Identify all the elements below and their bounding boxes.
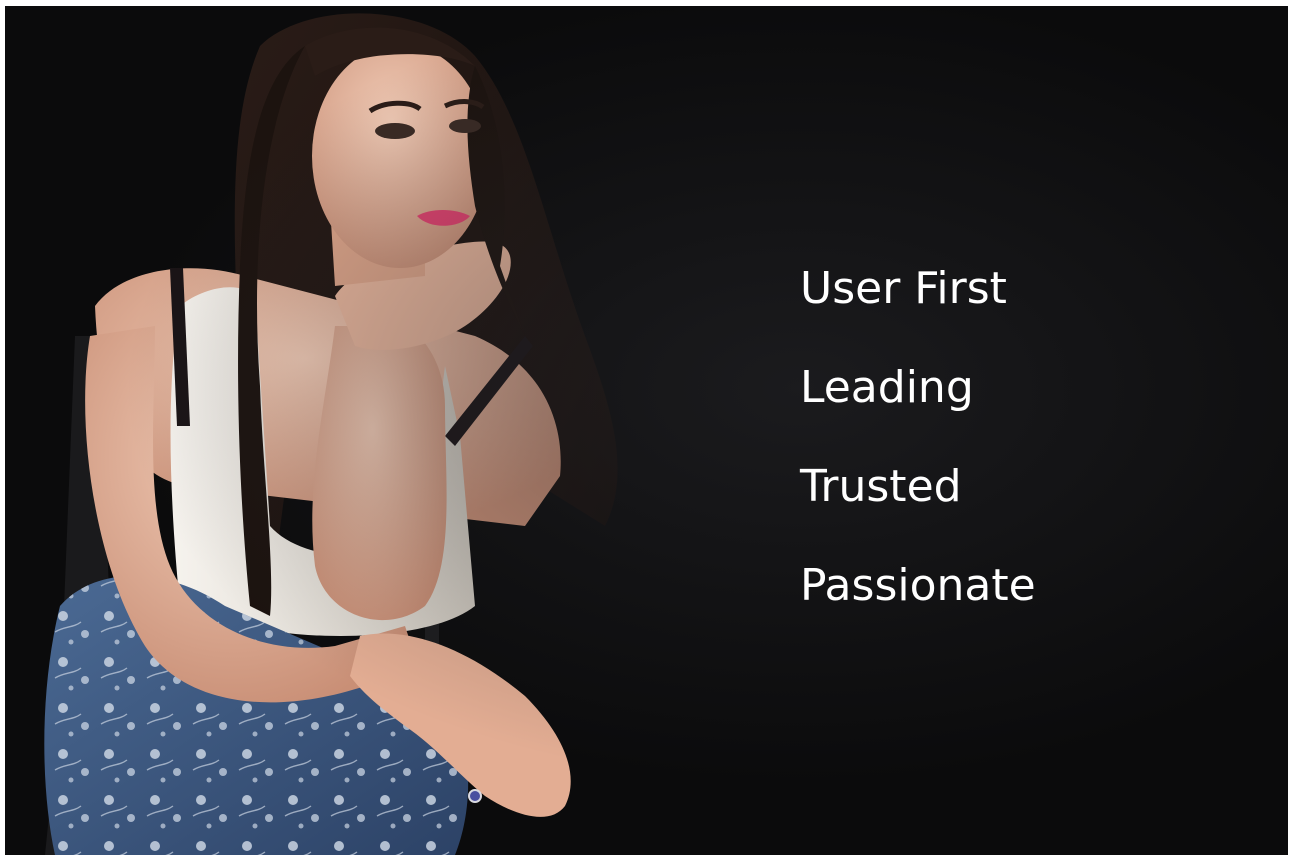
eye-right <box>449 119 481 133</box>
right-arm <box>312 326 447 621</box>
ring <box>468 789 482 803</box>
hero-banner: User First Leading Trusted Passionate <box>5 6 1288 855</box>
face <box>312 44 488 268</box>
value-list: User First Leading Trusted Passionate <box>800 264 1036 660</box>
value-item-user-first: User First <box>800 263 1007 314</box>
eye-left <box>375 123 415 139</box>
value-item-passionate: Passionate <box>800 560 1036 611</box>
value-item-leading: Leading <box>800 362 974 413</box>
value-item-trusted: Trusted <box>800 461 962 512</box>
portrait-photo <box>44 13 618 855</box>
